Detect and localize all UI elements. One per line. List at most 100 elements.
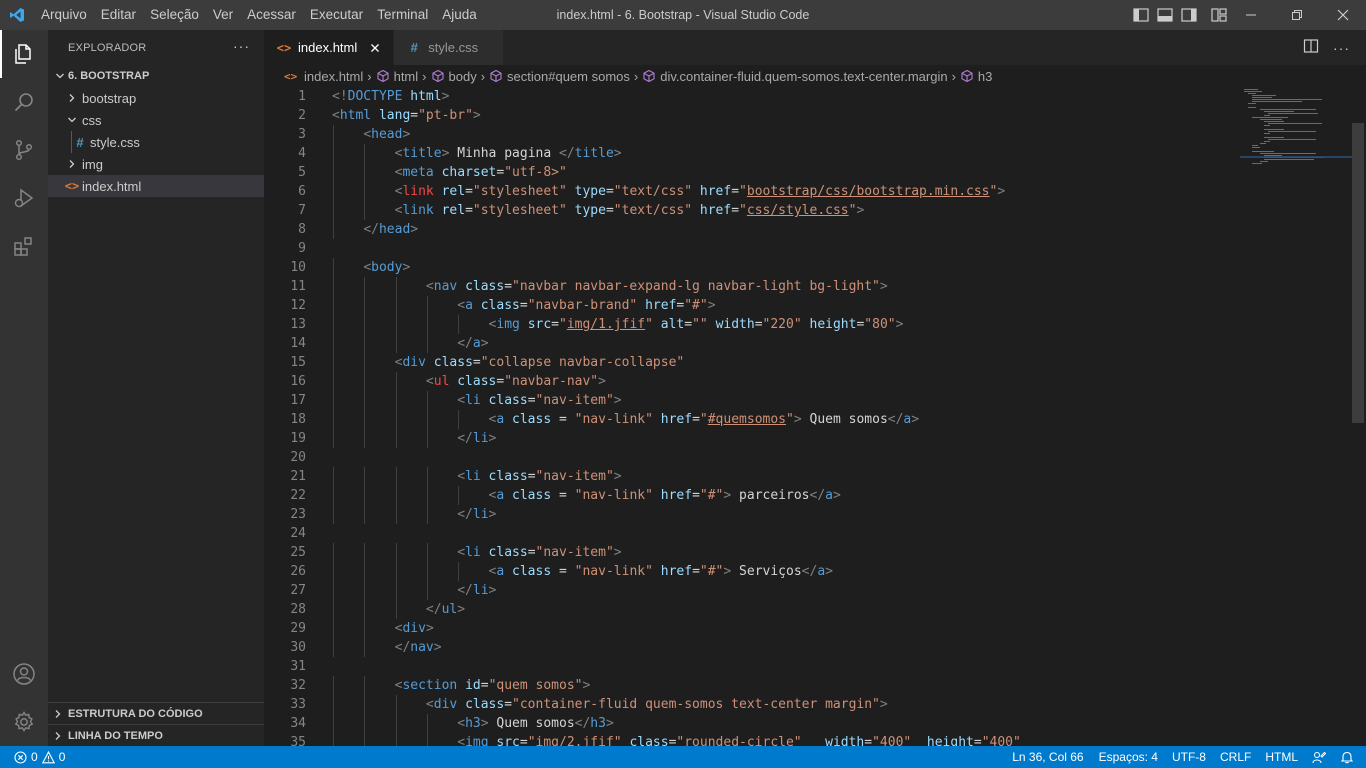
code-lines[interactable]: <!DOCTYPE html> <html lang="pt-br"> <head… — [332, 87, 1232, 746]
line-number: 7 — [298, 203, 306, 218]
account-icon[interactable] — [0, 650, 48, 698]
indent-guide — [333, 543, 334, 562]
outline-section[interactable]: ESTRUTURA DO CÓDIGO — [48, 702, 264, 724]
vscode-logo-icon[interactable] — [0, 0, 34, 30]
toggle-panel-icon[interactable] — [1156, 6, 1174, 24]
indent-guide — [395, 410, 397, 429]
indent-guide — [333, 505, 334, 524]
tab-style-css[interactable]: # style.css — [394, 30, 505, 65]
tree-item-index-html[interactable]: <> index.html — [48, 175, 264, 197]
line-number: 30 — [290, 640, 306, 655]
problems-indicator[interactable]: 0 0 — [0, 750, 65, 764]
breadcrumb-item[interactable]: div.container-fluid.quem-somos.text-cent… — [642, 69, 948, 84]
search-icon[interactable] — [0, 78, 48, 126]
feedback-icon[interactable] — [1305, 750, 1333, 764]
menu-ajuda[interactable]: Ajuda — [435, 0, 484, 30]
indent-guide — [426, 467, 428, 486]
breadcrumb-item[interactable]: h3 — [960, 69, 992, 84]
customize-layout-icon[interactable] — [1210, 6, 1228, 24]
line-number: 35 — [290, 735, 306, 746]
tree-item-style-css[interactable]: # style.css — [48, 131, 264, 153]
breadcrumb-item[interactable]: body — [431, 69, 477, 84]
minimize-icon[interactable] — [1228, 0, 1274, 30]
menu-ver[interactable]: Ver — [206, 0, 240, 30]
tree-item-css[interactable]: css — [48, 109, 264, 131]
notifications-bell-icon[interactable] — [1333, 750, 1366, 764]
code-token: class — [512, 412, 552, 427]
breadcrumb-item[interactable]: section#quem somos — [489, 69, 630, 84]
tree-item-bootstrap[interactable]: bootstrap — [48, 87, 264, 109]
scrollbar-thumb[interactable] — [1352, 123, 1364, 423]
folder-root[interactable]: 6. BOOTSTRAP — [48, 65, 264, 87]
code-token: < — [457, 545, 466, 560]
code-token: "collapse navbar-collapse" — [480, 355, 685, 370]
code-token: = — [731, 203, 740, 218]
tree-item-label: index.html — [82, 178, 142, 194]
menu-acessar[interactable]: Acessar — [240, 0, 303, 30]
menu-executar[interactable]: Executar — [303, 0, 370, 30]
breadcrumb-item[interactable]: html — [376, 69, 418, 84]
code-token: href — [699, 184, 732, 199]
tab-index-html[interactable]: <> index.html — [264, 30, 395, 65]
code-token: " — [645, 317, 653, 332]
more-actions-icon[interactable]: ··· — [1333, 40, 1350, 56]
code-token: < — [332, 108, 340, 123]
run-debug-icon[interactable] — [0, 174, 48, 222]
code-token: > — [707, 298, 716, 313]
toggle-secondary-sidebar-icon[interactable] — [1180, 6, 1198, 24]
tree-item-img[interactable]: img — [48, 153, 264, 175]
split-editor-icon[interactable] — [1303, 38, 1319, 57]
indent-guide — [364, 543, 366, 562]
code-line: <meta charset="utf-8>" — [332, 163, 1232, 182]
code-token: > — [457, 602, 466, 617]
indentation-setting[interactable]: Espaços: 4 — [1092, 746, 1165, 768]
explorer-icon[interactable] — [0, 30, 48, 78]
menu-arquivo[interactable]: Arquivo — [34, 0, 94, 30]
breadcrumb-item[interactable]: <> index.html — [284, 69, 363, 84]
vertical-scrollbar[interactable] — [1352, 87, 1366, 746]
indent-guide — [333, 220, 334, 239]
indent-guide — [364, 277, 366, 296]
language-mode[interactable]: HTML — [1258, 746, 1305, 768]
close-tab-icon[interactable] — [367, 40, 383, 56]
minimap[interactable] — [1240, 87, 1352, 746]
code-token: DOCTYPE — [347, 89, 403, 104]
extensions-icon[interactable] — [0, 222, 48, 270]
code-token: > — [832, 488, 841, 503]
menu-terminal[interactable]: Terminal — [370, 0, 435, 30]
code-token: "80" — [864, 317, 896, 332]
encoding-setting[interactable]: UTF-8 — [1165, 746, 1213, 768]
source-control-icon[interactable] — [0, 126, 48, 174]
code-token: bootstrap/css/bootstrap.min.css — [746, 184, 990, 199]
menu-selecao[interactable]: Seleção — [143, 0, 206, 30]
code-token: < — [457, 393, 466, 408]
indent-guide — [333, 410, 334, 429]
close-icon[interactable] — [1320, 0, 1366, 30]
timeline-section[interactable]: LINHA DO TEMPO — [48, 724, 264, 746]
line-number: 9 — [298, 241, 306, 256]
code-token: = — [504, 697, 513, 712]
menu-editar[interactable]: Editar — [94, 0, 143, 30]
toggle-primary-sidebar-icon[interactable] — [1132, 6, 1150, 24]
code-line: <nav class="navbar navbar-expand-lg navb… — [332, 277, 1232, 296]
indent-guide — [333, 429, 334, 448]
indent-guide — [333, 315, 334, 334]
eol-setting[interactable]: CRLF — [1213, 746, 1258, 768]
more-actions-icon[interactable]: ··· — [233, 38, 250, 54]
code-token: "utf-8>" — [504, 165, 567, 180]
manage-gear-icon[interactable] — [0, 698, 48, 746]
indent-guide — [364, 619, 366, 638]
code-token: img — [465, 735, 489, 746]
indent-guide — [333, 353, 334, 372]
code-token: head — [371, 127, 403, 142]
indent-guide — [333, 467, 334, 486]
cursor-position[interactable]: Ln 36, Col 66 — [1005, 746, 1091, 768]
code-line: <title> Minha pagina </title> — [332, 144, 1232, 163]
indent-guide — [364, 201, 366, 220]
code-editor[interactable]: 1 2 3 4 5 6 7 8 9 10 11 12 13 14 15 16 17 18 19 20 21 22 23 24 2… — [264, 87, 1366, 746]
restore-icon[interactable] — [1274, 0, 1320, 30]
